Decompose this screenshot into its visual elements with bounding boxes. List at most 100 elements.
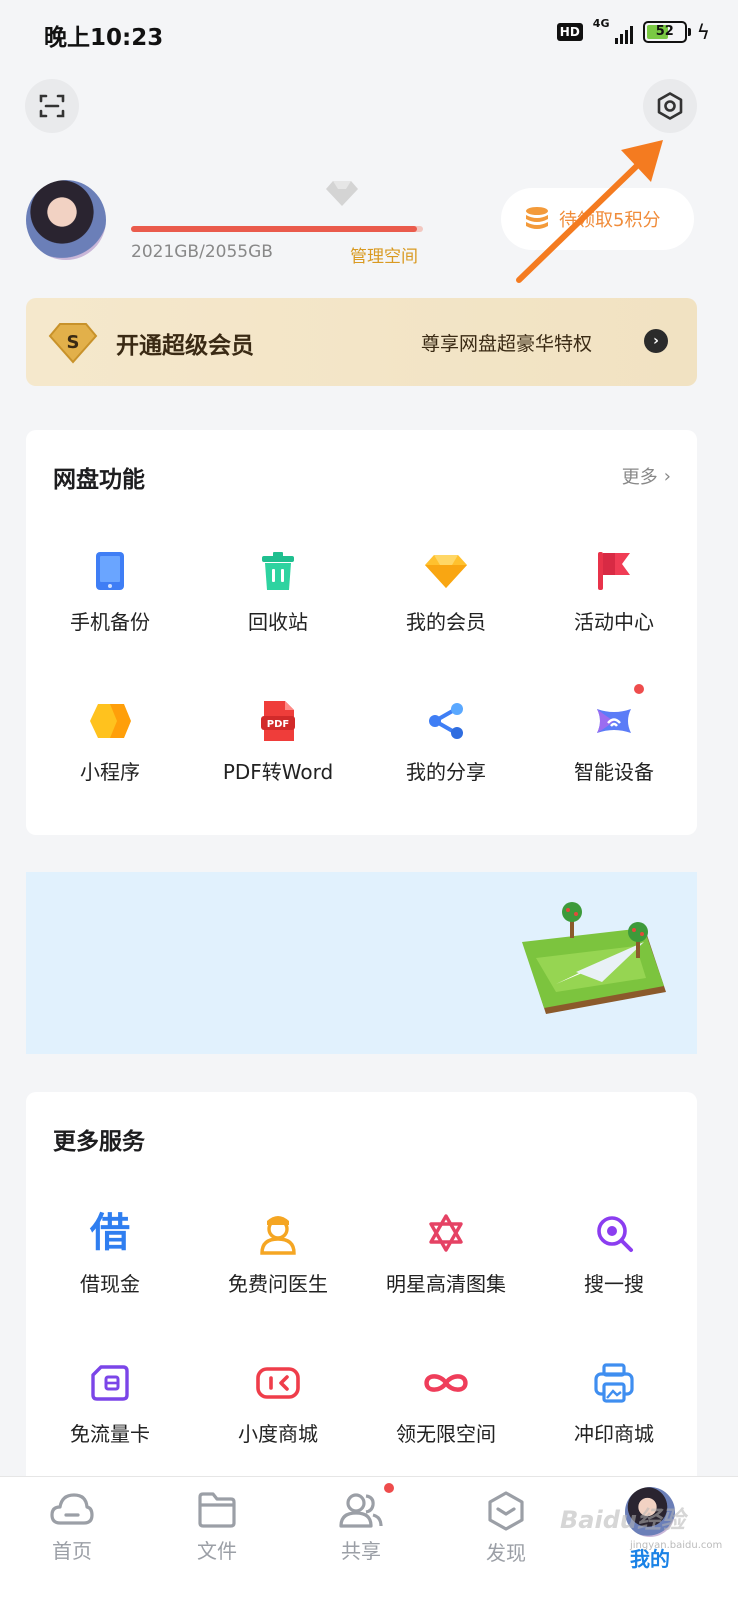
feature-label: 我的会员 xyxy=(406,610,486,634)
more-label: 更多 xyxy=(621,467,658,488)
nav-discover[interactable]: 发现 xyxy=(446,1491,566,1566)
feature-my-share[interactable]: 我的分享 xyxy=(362,698,530,808)
vip-banner-subtitle: 尊享网盘超豪华特权 xyxy=(421,333,593,355)
pdf-badge-text: PDF xyxy=(267,719,289,730)
bottom-navigation: 首页 文件 共享 发现 我的 xyxy=(0,1476,738,1600)
xiaodu-mall-icon xyxy=(256,1367,300,1399)
storage-usage-text: 2021GB/2055GB xyxy=(131,242,273,262)
share-icon xyxy=(429,703,463,739)
battery-icon: 52 xyxy=(642,21,691,43)
notification-dot xyxy=(384,1483,394,1493)
promo-banner[interactable] xyxy=(26,872,697,1054)
storage-progress-bar xyxy=(131,226,423,232)
nav-label: 发现 xyxy=(486,1541,526,1565)
infinity-icon xyxy=(424,1374,468,1392)
star-gallery-icon xyxy=(429,1214,463,1252)
settings-button[interactable] xyxy=(643,79,697,133)
services-card: 更多服务 借 借现金 免费问医生 明星高清图集 搜一搜 免流量卡 小度商城 领无… xyxy=(26,1092,697,1492)
feature-recycle-bin[interactable]: 回收站 xyxy=(194,548,362,658)
service-print-mall[interactable]: 冲印商城 xyxy=(530,1360,698,1470)
people-icon xyxy=(339,1493,383,1528)
status-bar: 晚上10:23 HD 4G 52 ϟ xyxy=(0,0,738,68)
service-search[interactable]: 搜一搜 xyxy=(530,1210,698,1320)
loan-icon: 借 xyxy=(90,1210,130,1256)
feature-smart-device[interactable]: 智能设备 xyxy=(530,684,698,808)
settings-icon xyxy=(657,92,683,120)
gem-icon xyxy=(425,555,467,588)
feature-label: 小程序 xyxy=(80,760,140,784)
folder-icon xyxy=(198,1492,236,1528)
super-vip-icon: S xyxy=(48,323,98,364)
flag-icon xyxy=(598,552,630,590)
nav-label: 文件 xyxy=(197,1539,237,1563)
discover-icon xyxy=(488,1491,524,1531)
service-label: 明星高清图集 xyxy=(386,1272,506,1296)
recycle-bin-icon xyxy=(262,552,294,590)
watermark-logo: Baidu经验 xyxy=(560,1506,685,1534)
feature-label: 手机备份 xyxy=(70,610,150,634)
feature-label: PDF转Word xyxy=(222,760,334,784)
chevron-right-icon: › xyxy=(644,329,668,353)
feature-mini-program[interactable]: 小程序 xyxy=(26,698,194,808)
claim-points-label: 待领取5积分 xyxy=(559,210,661,231)
service-label: 借现金 xyxy=(80,1272,140,1296)
vip-banner[interactable]: S 开通超级会员 尊享网盘超豪华特权 › xyxy=(26,298,697,386)
service-unlimited-space[interactable]: 领无限空间 xyxy=(362,1360,530,1470)
features-title: 网盘功能 xyxy=(53,467,145,493)
nav-files[interactable]: 文件 xyxy=(157,1491,277,1564)
service-sim-card[interactable]: 免流量卡 xyxy=(26,1360,194,1470)
more-link[interactable]: 更多 › xyxy=(622,463,671,489)
sim-card-icon xyxy=(91,1365,129,1401)
feature-activity-center[interactable]: 活动中心 xyxy=(530,548,698,658)
service-label: 冲印商城 xyxy=(574,1422,654,1446)
feature-label: 我的分享 xyxy=(406,760,486,784)
pdf-icon: PDF xyxy=(261,701,295,741)
status-icons: HD 4G 52 ϟ xyxy=(556,17,710,44)
coins-icon xyxy=(526,207,548,229)
vip-banner-title: 开通超级会员 xyxy=(116,333,254,359)
cloud-home-icon xyxy=(50,1493,94,1525)
search-icon xyxy=(597,1216,633,1252)
nav-label: 首页 xyxy=(52,1539,92,1563)
scan-button[interactable] xyxy=(25,79,79,133)
new-badge-dot xyxy=(634,684,644,694)
battery-level: 52 xyxy=(655,24,674,39)
manage-space-link[interactable]: 管理空间 xyxy=(350,242,418,267)
services-title: 更多服务 xyxy=(53,1129,145,1155)
phone-backup-icon xyxy=(96,552,124,590)
mini-program-icon xyxy=(90,704,131,738)
feature-pdf-to-word[interactable]: PDF PDF转Word xyxy=(194,698,362,808)
feature-my-vip[interactable]: 我的会员 xyxy=(362,548,530,658)
print-icon xyxy=(594,1363,634,1403)
vip-diamond-icon xyxy=(326,181,358,206)
doctor-icon xyxy=(260,1216,296,1255)
service-label: 免费问医生 xyxy=(228,1272,328,1296)
chevron-right-icon: › xyxy=(663,465,671,487)
storage-progress-fill xyxy=(131,226,418,232)
service-label: 搜一搜 xyxy=(584,1272,644,1296)
service-doctor[interactable]: 免费问医生 xyxy=(194,1210,362,1320)
feature-label: 智能设备 xyxy=(574,760,654,784)
feature-phone-backup[interactable]: 手机备份 xyxy=(26,548,194,658)
network-type: 4G xyxy=(592,17,610,30)
scan-icon xyxy=(39,94,65,118)
service-xiaodu-mall[interactable]: 小度商城 xyxy=(194,1360,362,1470)
svg-text:S: S xyxy=(67,332,80,353)
feature-label: 活动中心 xyxy=(574,610,654,634)
service-label: 领无限空间 xyxy=(396,1422,496,1446)
nav-share[interactable]: 共享 xyxy=(301,1483,421,1564)
service-loan[interactable]: 借 借现金 xyxy=(26,1210,194,1320)
charging-icon: ϟ xyxy=(696,20,710,44)
service-label: 小度商城 xyxy=(238,1422,318,1446)
paper-plane-island-illustration xyxy=(522,902,666,1014)
service-star-gallery[interactable]: 明星高清图集 xyxy=(362,1210,530,1320)
avatar[interactable] xyxy=(26,180,106,260)
watermark-url: jingyan.baidu.com xyxy=(630,1540,723,1551)
signal-icon: 4G xyxy=(592,17,633,44)
features-card: 网盘功能 更多 › 手机备份 回收站 我的会员 活动中心 小程序 PDF PDF… xyxy=(26,430,697,835)
nav-label: 共享 xyxy=(341,1539,381,1563)
nav-home[interactable]: 首页 xyxy=(12,1491,132,1564)
claim-points-button[interactable]: 待领取5积分 xyxy=(501,188,694,250)
status-time: 晚上10:23 xyxy=(44,25,164,51)
service-label: 免流量卡 xyxy=(70,1422,150,1446)
